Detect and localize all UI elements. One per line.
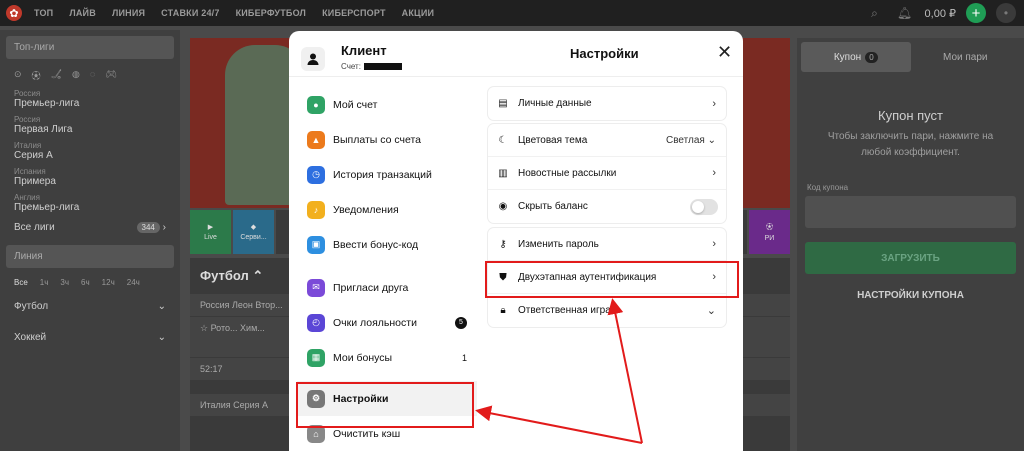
arrow-to-two-factor xyxy=(607,298,643,444)
annotation-arrows xyxy=(475,298,643,444)
arrow-to-settings xyxy=(475,405,643,444)
